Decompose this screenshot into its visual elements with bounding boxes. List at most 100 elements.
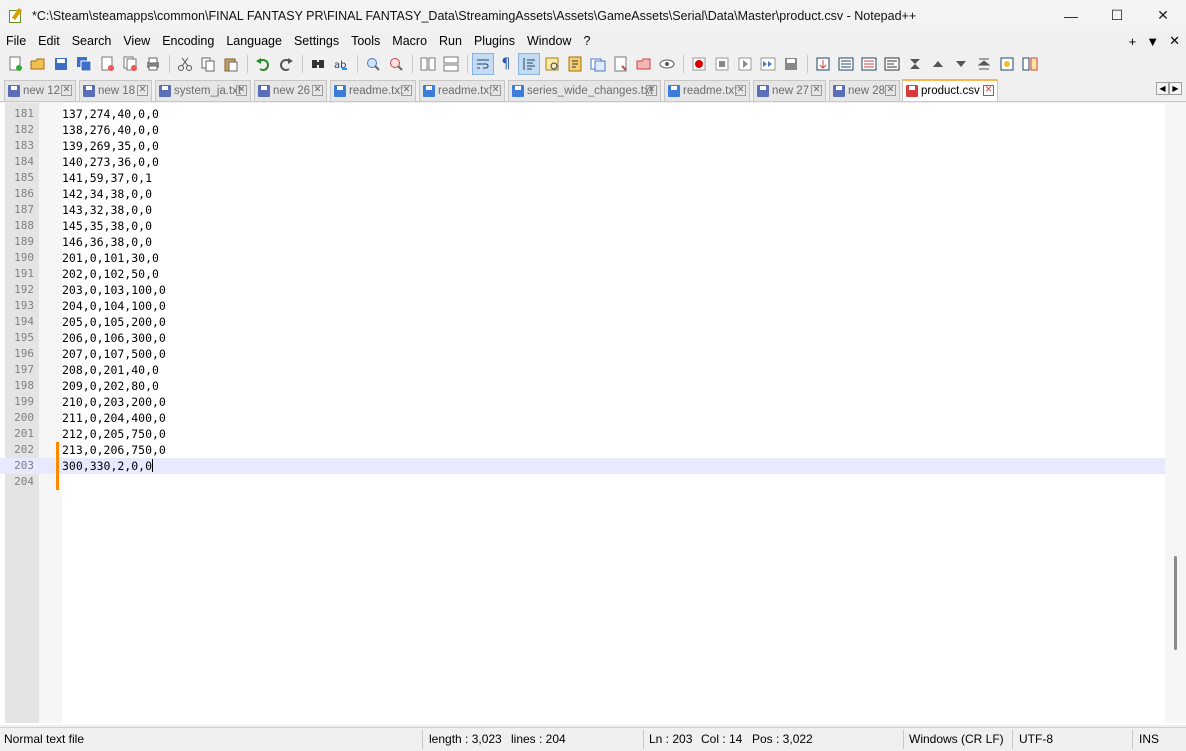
menu-language[interactable]: Language — [220, 31, 288, 51]
tab-new-18[interactable]: new 18 ✕ — [79, 80, 152, 101]
tab-close-icon[interactable]: ✕ — [811, 85, 822, 96]
close-document-icon[interactable]: ✕ — [1169, 33, 1180, 49]
editor-line[interactable]: 192 203,0,103,100,0 — [0, 282, 1165, 298]
tab-close-icon[interactable]: ✕ — [312, 85, 323, 96]
status-insert-mode[interactable]: INS — [1135, 728, 1159, 751]
editor-lines[interactable]: 181 137,274,40,0,0 182 138,276,40,0,0 183 139… — [0, 106, 1165, 490]
new-tab-plus-icon[interactable]: + — [1129, 34, 1137, 49]
editor-line[interactable]: 199 210,0,203,200,0 — [0, 394, 1165, 410]
line-text[interactable]: 207,0,107,500,0 — [62, 346, 166, 362]
document-list-icon[interactable] — [610, 53, 632, 75]
play-macro-icon[interactable] — [734, 53, 756, 75]
editor-line[interactable]: 185 141,59,37,0,1 — [0, 170, 1165, 186]
tab-close-icon[interactable]: ✕ — [490, 85, 501, 96]
collapse-icon[interactable] — [904, 53, 926, 75]
editor-line[interactable]: 198 209,0,202,80,0 — [0, 378, 1165, 394]
editor-line[interactable]: 190 201,0,101,30,0 — [0, 250, 1165, 266]
close-all-icon[interactable] — [119, 53, 141, 75]
zoom-out-icon[interactable] — [385, 53, 407, 75]
line-text[interactable]: 140,273,36,0,0 — [62, 154, 159, 170]
status-encoding[interactable]: UTF-8 — [1015, 728, 1053, 751]
zoom-in-icon[interactable] — [362, 53, 384, 75]
tab-system-ja-txt[interactable]: system_ja.txt ✕ — [155, 80, 251, 101]
vertical-scrollbar-thumb[interactable] — [1174, 556, 1177, 650]
menu-window[interactable]: Window — [521, 31, 577, 51]
editor-area[interactable]: 181 137,274,40,0,0 182 138,276,40,0,0 183 139… — [0, 103, 1186, 725]
menu-search[interactable]: Search — [66, 31, 118, 51]
find-icon[interactable] — [307, 53, 329, 75]
line-text[interactable]: 210,0,203,200,0 — [62, 394, 166, 410]
play-macro-multiple-icon[interactable] — [757, 53, 779, 75]
sync-horizontal-scroll-icon[interactable] — [440, 53, 462, 75]
editor-line[interactable]: 183 139,269,35,0,0 — [0, 138, 1165, 154]
line-text[interactable]: 143,32,38,0,0 — [62, 202, 152, 218]
print-icon[interactable] — [142, 53, 164, 75]
line-text[interactable]: 202,0,102,50,0 — [62, 266, 159, 282]
line-text[interactable]: 139,269,35,0,0 — [62, 138, 159, 154]
undo-icon[interactable] — [252, 53, 274, 75]
maximize-button[interactable]: ☐ — [1094, 0, 1140, 31]
menu-encoding[interactable]: Encoding — [156, 31, 220, 51]
function-list-icon[interactable] — [564, 53, 586, 75]
sync-vertical-scroll-icon[interactable] — [417, 53, 439, 75]
tab-new-27[interactable]: new 27 ✕ — [753, 80, 826, 101]
compare-icon[interactable] — [1019, 53, 1041, 75]
menu-plugins[interactable]: Plugins — [468, 31, 521, 51]
line-text[interactable]: 205,0,105,200,0 — [62, 314, 166, 330]
move-down-icon[interactable] — [950, 53, 972, 75]
line-text[interactable]: 146,36,38,0,0 — [62, 234, 152, 250]
editor-line[interactable]: 193 204,0,104,100,0 — [0, 298, 1165, 314]
minimize-button[interactable]: — — [1048, 0, 1094, 31]
menu-edit[interactable]: Edit — [32, 31, 66, 51]
tab-close-icon[interactable]: ✕ — [236, 85, 247, 96]
status-eol-format[interactable]: Windows (CR LF) — [905, 728, 1004, 751]
insert-line-icon[interactable] — [812, 53, 834, 75]
tab-close-icon[interactable]: ✕ — [401, 85, 412, 96]
menu-file[interactable]: File — [0, 31, 32, 51]
line-text[interactable]: 145,35,38,0,0 — [62, 218, 152, 234]
editor-line[interactable]: 189 146,36,38,0,0 — [0, 234, 1165, 250]
line-text[interactable]: 138,276,40,0,0 — [62, 122, 159, 138]
editor-line[interactable]: 184 140,273,36,0,0 — [0, 154, 1165, 170]
replace-icon[interactable]: ab — [330, 53, 352, 75]
tab-close-icon[interactable]: ✕ — [735, 85, 746, 96]
menu-run[interactable]: Run — [433, 31, 468, 51]
tab-close-icon[interactable]: ✕ — [137, 85, 148, 96]
line-text[interactable]: 137,274,40,0,0 — [62, 106, 159, 122]
record-macro-icon[interactable] — [688, 53, 710, 75]
close-file-icon[interactable] — [96, 53, 118, 75]
editor-line[interactable]: 204 — [0, 474, 1165, 490]
table-view-icon[interactable] — [858, 53, 880, 75]
menu-help[interactable]: ? — [577, 31, 596, 51]
editor-line[interactable]: 194 205,0,105,200,0 — [0, 314, 1165, 330]
show-all-characters-icon[interactable]: ¶ — [495, 53, 517, 75]
tab-scroll-left-icon[interactable]: ◀ — [1156, 82, 1169, 95]
tab-new-28[interactable]: new 28 ✕ — [829, 80, 900, 101]
editor-line[interactable]: 197 208,0,201,40,0 — [0, 362, 1165, 378]
paste-icon[interactable] — [220, 53, 242, 75]
editor-line[interactable]: 181 137,274,40,0,0 — [0, 106, 1165, 122]
tab-readme-txt-3[interactable]: readme.txt ✕ — [664, 80, 750, 101]
editor-line[interactable]: 195 206,0,106,300,0 — [0, 330, 1165, 346]
copy-icon[interactable] — [197, 53, 219, 75]
list-view-icon[interactable] — [835, 53, 857, 75]
tab-series-wide-changes-txt[interactable]: series_wide_changes.txt ✕ — [508, 80, 661, 101]
close-window-button[interactable]: ✕ — [1140, 0, 1186, 31]
open-folder-icon[interactable] — [633, 53, 655, 75]
columns-view-icon[interactable] — [881, 53, 903, 75]
tab-new-12[interactable]: new 12 ✕ — [4, 80, 76, 101]
tab-close-icon[interactable]: ✕ — [983, 85, 994, 96]
line-text[interactable]: 211,0,204,400,0 — [62, 410, 166, 426]
document-map-icon[interactable] — [541, 53, 563, 75]
editor-line[interactable]: 182 138,276,40,0,0 — [0, 122, 1165, 138]
vertical-scrollbar[interactable] — [1165, 103, 1186, 723]
line-text[interactable]: 213,0,206,750,0 — [62, 442, 166, 458]
line-text[interactable]: 206,0,106,300,0 — [62, 330, 166, 346]
line-text[interactable]: 209,0,202,80,0 — [62, 378, 159, 394]
editor-line[interactable]: 191 202,0,102,50,0 — [0, 266, 1165, 282]
editor-line[interactable]: 196 207,0,107,500,0 — [0, 346, 1165, 362]
tab-product-csv[interactable]: product.csv ✕ — [902, 79, 998, 101]
folder-as-workspace-icon[interactable] — [587, 53, 609, 75]
tab-close-icon[interactable]: ✕ — [61, 85, 72, 96]
editor-line[interactable]: 201 212,0,205,750,0 — [0, 426, 1165, 442]
